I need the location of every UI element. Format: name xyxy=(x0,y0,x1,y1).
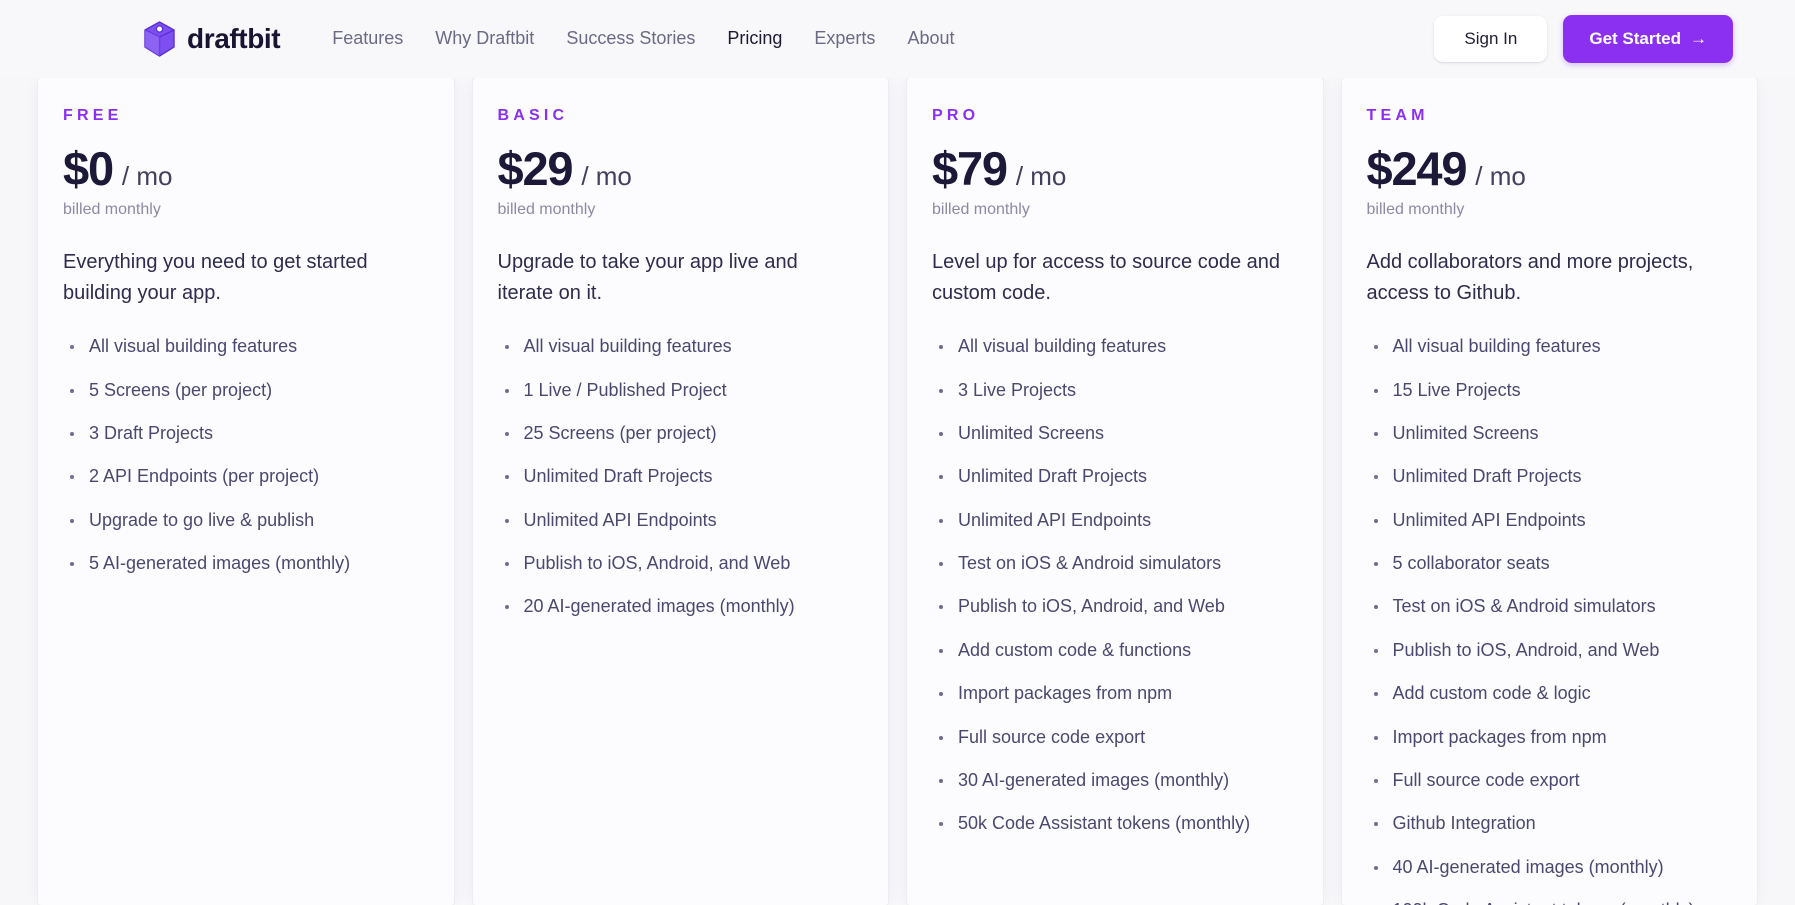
get-started-label: Get Started xyxy=(1589,28,1681,48)
plan-feature-item: 3 Draft Projects xyxy=(63,422,427,445)
plan-card-basic[interactable]: BASIC $29 / mo billed monthly Upgrade to… xyxy=(472,78,888,905)
plan-feature-item: Import packages from npm xyxy=(1367,726,1731,749)
plan-feature-item: 1 Live / Published Project xyxy=(498,379,862,402)
plan-card-team[interactable]: TEAM $249 / mo billed monthly Add collab… xyxy=(1341,78,1757,905)
plan-period: / mo xyxy=(581,161,632,191)
plan-feature-item: Unlimited Draft Projects xyxy=(1367,465,1731,488)
plan-tier-label: TEAM xyxy=(1366,107,1429,124)
plan-price-row: $249 / mo xyxy=(1366,142,1731,195)
plan-billing-note: billed monthly xyxy=(497,201,596,219)
plan-billing-note: billed monthly xyxy=(932,201,1030,219)
plan-billing-note: billed monthly xyxy=(1366,201,1465,219)
plan-feature-item: 3 Live Projects xyxy=(932,379,1296,402)
nav-item-pricing[interactable]: Pricing xyxy=(711,18,798,60)
plan-feature-item: Upgrade to go live & publish xyxy=(63,509,427,532)
plan-feature-item: Add custom code & logic xyxy=(1367,682,1731,705)
plan-description: Add collaborators and more projects, acc… xyxy=(1366,251,1694,304)
plan-feature-item: Full source code export xyxy=(932,726,1296,749)
brand-logo-link[interactable]: draftbit xyxy=(143,21,281,57)
plan-tier-label: FREE xyxy=(63,107,123,124)
plan-description: Everything you need to get started build… xyxy=(63,251,368,304)
plan-feature-item: Import packages from npm xyxy=(932,682,1296,705)
primary-nav: Features Why Draftbit Success Stories Pr… xyxy=(316,18,1434,60)
plan-price: $79 xyxy=(932,142,1008,195)
brand-name: draftbit xyxy=(187,23,281,54)
nav-item-features[interactable]: Features xyxy=(316,18,419,60)
plan-tier-label: PRO xyxy=(932,107,980,124)
plan-card-pro[interactable]: PRO $79 / mo billed monthly Level up for… xyxy=(907,78,1323,905)
header-actions: Sign In Get Started → xyxy=(1434,14,1733,64)
plan-feature-item: Unlimited Screens xyxy=(932,422,1296,445)
plan-feature-item: 25 Screens (per project) xyxy=(498,422,862,445)
plan-price: $249 xyxy=(1366,142,1468,195)
plan-card-free[interactable]: FREE $0 / mo billed monthly Everything y… xyxy=(38,78,454,905)
plan-tier-label: BASIC xyxy=(497,107,569,124)
plan-feature-list: All visual building features 5 Screens (… xyxy=(63,335,427,575)
plan-period: / mo xyxy=(121,161,173,191)
nav-item-experts[interactable]: Experts xyxy=(798,18,891,60)
site-header: draftbit Features Why Draftbit Success S… xyxy=(0,0,1795,78)
plan-feature-item: Unlimited Screens xyxy=(1367,422,1731,445)
plan-feature-item: All visual building features xyxy=(63,335,427,358)
plan-price-row: $0 / mo xyxy=(63,142,427,195)
plan-period: / mo xyxy=(1475,161,1526,191)
plan-feature-item: Unlimited Draft Projects xyxy=(932,465,1296,488)
plan-feature-item: Unlimited API Endpoints xyxy=(1367,509,1731,532)
pricing-plans-grid: FREE $0 / mo billed monthly Everything y… xyxy=(0,78,1795,905)
plan-feature-item: Test on iOS & Android simulators xyxy=(932,552,1296,575)
plan-feature-item: 2 API Endpoints (per project) xyxy=(63,465,427,488)
plan-feature-item: 50k Code Assistant tokens (monthly) xyxy=(932,812,1296,835)
plan-price-row: $79 / mo xyxy=(932,142,1296,195)
plan-feature-item: All visual building features xyxy=(1367,335,1731,358)
plan-feature-item: 5 collaborator seats xyxy=(1367,552,1731,575)
plan-feature-item: 5 Screens (per project) xyxy=(63,379,427,402)
nav-item-about[interactable]: About xyxy=(891,18,970,60)
plan-feature-item: All visual building features xyxy=(932,335,1296,358)
nav-item-why-draftbit[interactable]: Why Draftbit xyxy=(419,18,550,60)
arrow-right-icon: → xyxy=(1690,29,1707,49)
plan-feature-item: Test on iOS & Android simulators xyxy=(1367,595,1731,618)
plan-price: $29 xyxy=(497,142,574,195)
plan-feature-item: 30 AI-generated images (monthly) xyxy=(932,769,1296,792)
plan-feature-item: 100k Code Assistant tokens (monthly) xyxy=(1367,899,1731,905)
plan-feature-item: Publish to iOS, Android, and Web xyxy=(498,552,862,575)
plan-period: / mo xyxy=(1015,161,1067,191)
plan-price: $0 xyxy=(63,142,114,195)
plan-feature-item: Publish to iOS, Android, and Web xyxy=(932,595,1296,618)
nav-item-success-stories[interactable]: Success Stories xyxy=(550,18,711,60)
cube-logo-icon xyxy=(143,21,176,57)
plan-description: Level up for access to source code and c… xyxy=(932,251,1280,304)
plan-feature-item: Publish to iOS, Android, and Web xyxy=(1367,639,1731,662)
plan-feature-item: 40 AI-generated images (monthly) xyxy=(1367,856,1731,879)
plan-feature-item: 5 AI-generated images (monthly) xyxy=(63,552,427,575)
plan-feature-list: All visual building features 1 Live / Pu… xyxy=(498,335,862,619)
plan-feature-item: Add custom code & functions xyxy=(932,639,1296,662)
get-started-button[interactable]: Get Started → xyxy=(1563,14,1733,64)
plan-feature-item: Full source code export xyxy=(1367,769,1731,792)
plan-feature-list: All visual building features 3 Live Proj… xyxy=(932,335,1296,836)
plan-feature-list: All visual building features 15 Live Pro… xyxy=(1367,335,1731,905)
plan-feature-item: All visual building features xyxy=(498,335,862,358)
plan-feature-item: 20 AI-generated images (monthly) xyxy=(498,595,862,618)
plan-feature-item: Github Integration xyxy=(1367,812,1731,835)
plan-feature-item: Unlimited Draft Projects xyxy=(498,465,862,488)
plan-billing-note: billed monthly xyxy=(63,201,161,219)
plan-feature-item: Unlimited API Endpoints xyxy=(498,509,862,532)
sign-in-button[interactable]: Sign In xyxy=(1434,15,1548,63)
plan-feature-item: Unlimited API Endpoints xyxy=(932,509,1296,532)
plan-description: Upgrade to take your app live and iterat… xyxy=(497,251,798,304)
plan-feature-item: 15 Live Projects xyxy=(1367,379,1731,402)
plan-price-row: $29 / mo xyxy=(497,142,862,195)
